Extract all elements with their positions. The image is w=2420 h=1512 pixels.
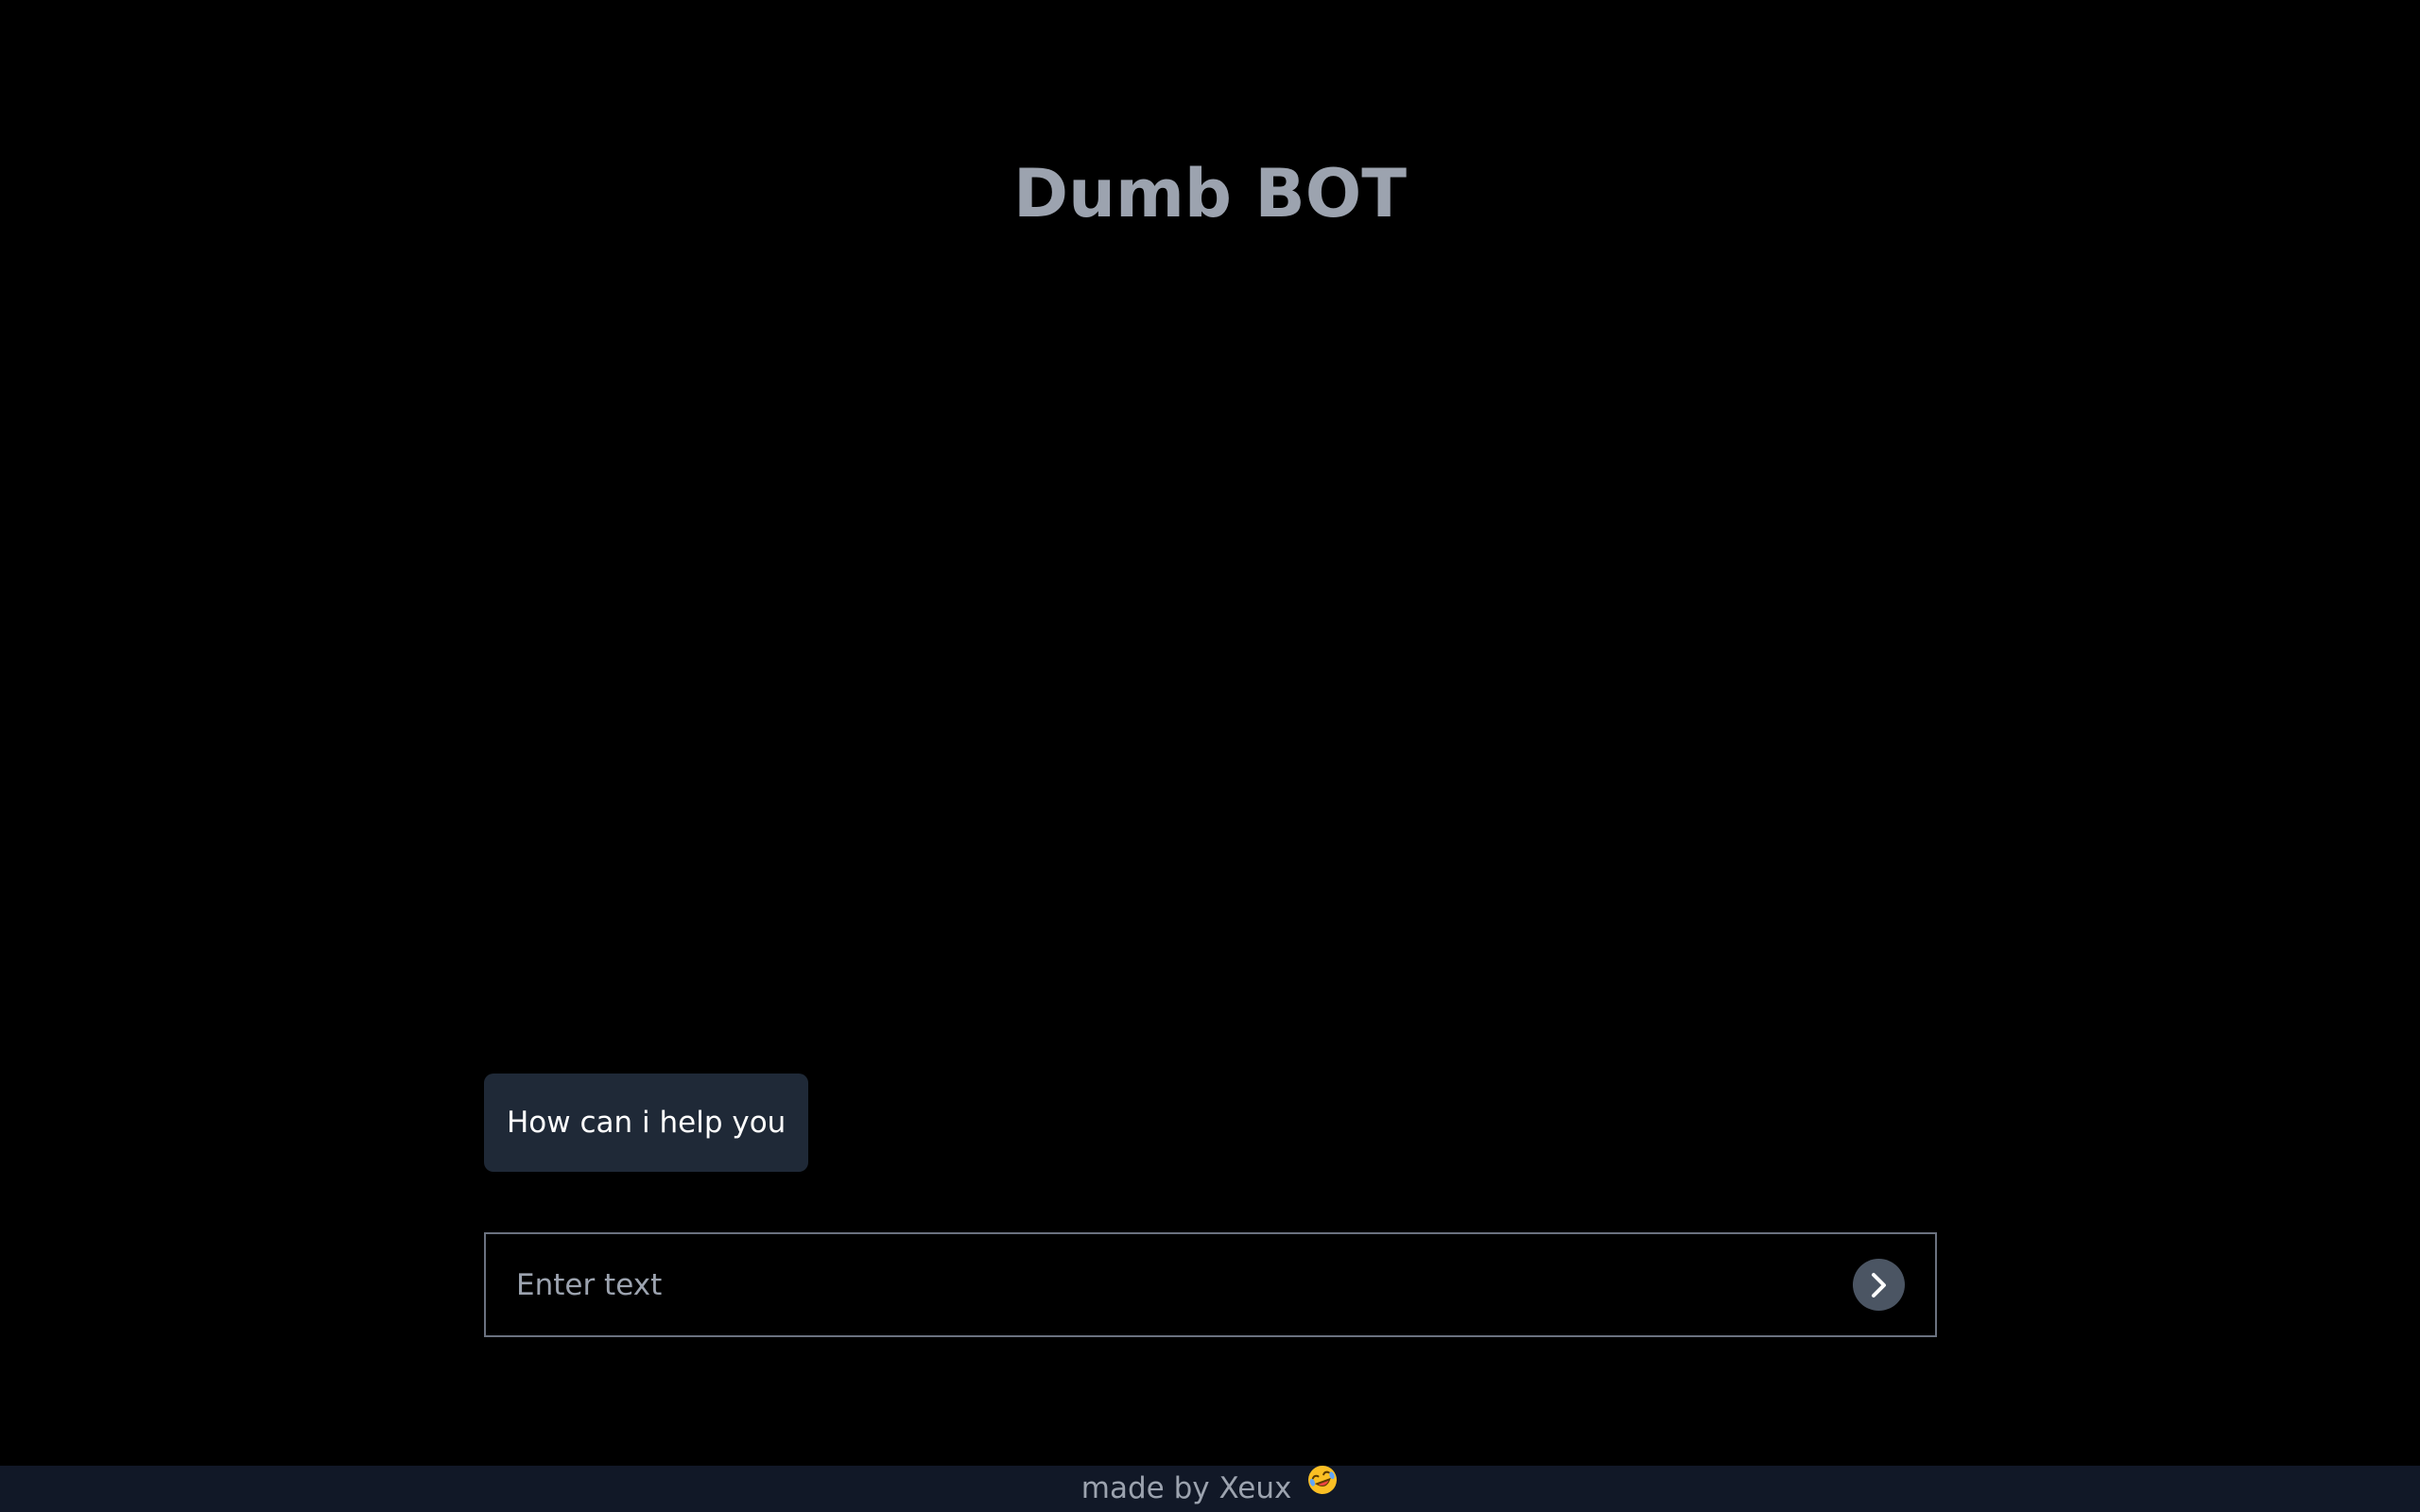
footer: made by Xeux xyxy=(0,1466,2420,1512)
footer-credit: made by Xeux xyxy=(1080,1471,1292,1505)
chevron-right-icon xyxy=(1871,1272,1886,1297)
laughing-emoji-icon xyxy=(1306,1464,1339,1510)
chat-app: Dumb BOT How can i help you made by Xeux xyxy=(0,0,2420,1512)
message-list: How can i help you xyxy=(484,1074,1936,1172)
send-button[interactable] xyxy=(1853,1259,1905,1311)
bot-message-bubble: How can i help you xyxy=(484,1074,809,1172)
page-title: Dumb BOT xyxy=(1013,155,1407,232)
message-composer xyxy=(484,1232,1937,1337)
message-input[interactable] xyxy=(486,1234,1809,1335)
